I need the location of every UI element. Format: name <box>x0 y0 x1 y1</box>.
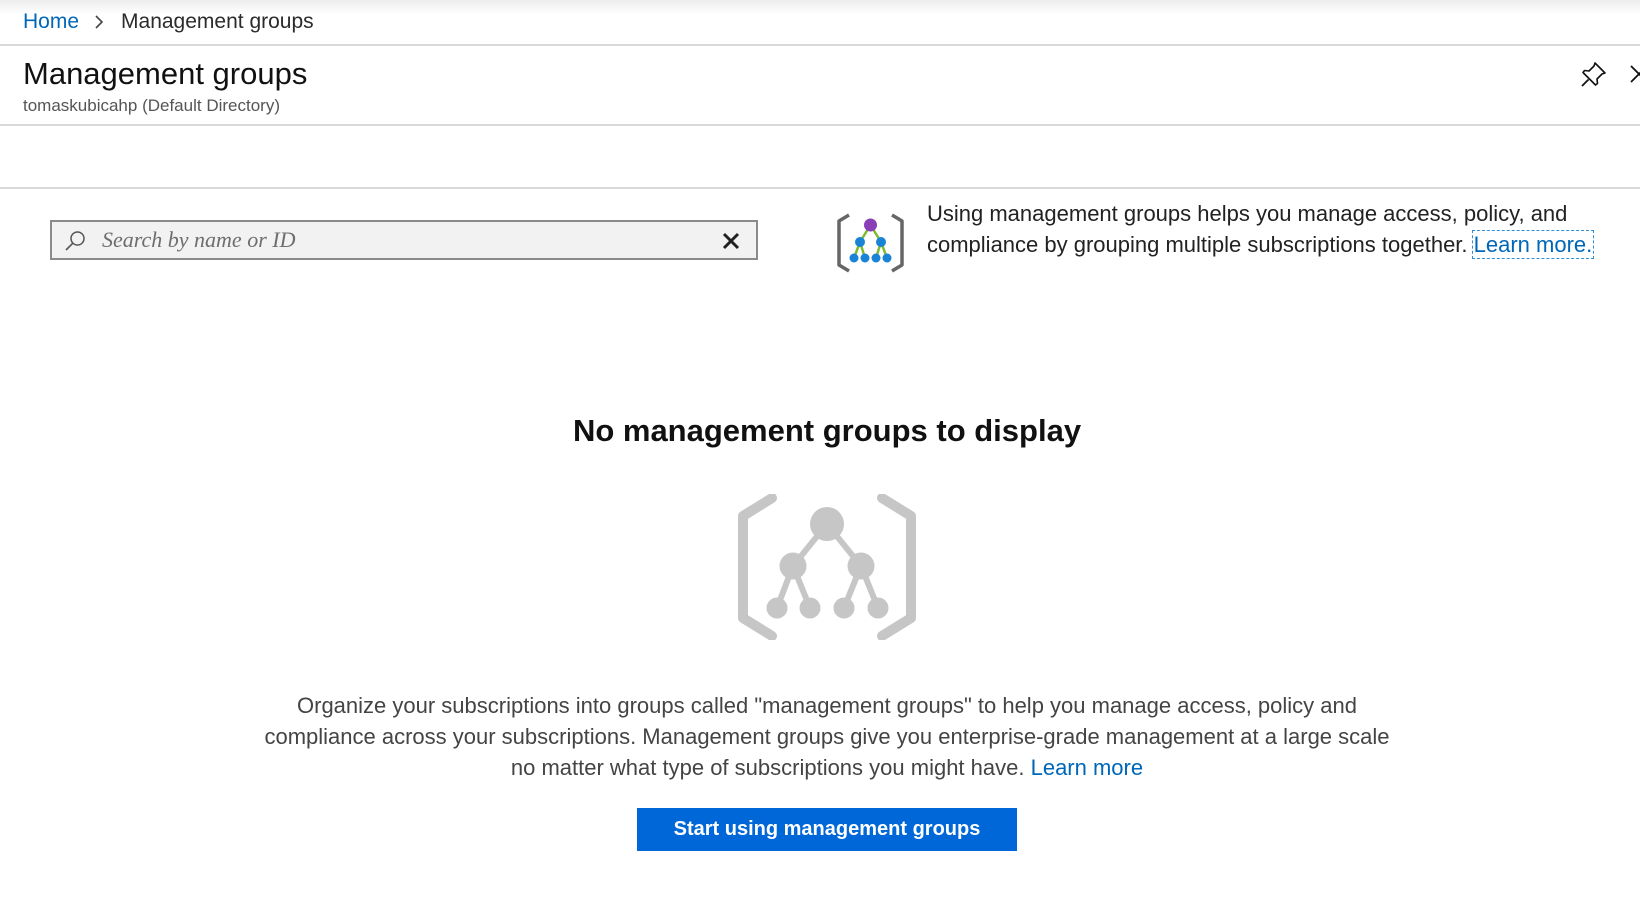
empty-state-description: Organize your subscriptions into groups … <box>262 690 1392 783</box>
close-icon <box>1630 65 1640 83</box>
search-box <box>50 220 758 260</box>
command-bar <box>0 126 1640 189</box>
breadcrumb: Home Management groups <box>0 0 1640 46</box>
info-learn-more-link[interactable]: Learn more. <box>1471 230 1595 259</box>
blade-header: Management groups tomaskubicahp (Default… <box>0 46 1640 126</box>
page-subtitle: tomaskubicahp (Default Directory) <box>23 96 280 115</box>
close-button[interactable] <box>1627 59 1640 89</box>
pin-button[interactable] <box>1579 59 1609 89</box>
breadcrumb-home-link[interactable]: Home <box>23 10 79 34</box>
search-icon <box>65 231 85 251</box>
management-groups-illustration <box>738 494 916 640</box>
page-title: Management groups <box>23 56 308 91</box>
management-groups-icon <box>837 213 904 273</box>
empty-state-description-text: Organize your subscriptions into groups … <box>264 693 1390 780</box>
chevron-right-icon <box>93 14 105 30</box>
search-input[interactable] <box>102 225 692 255</box>
empty-state-learn-more-link[interactable]: Learn more <box>1031 755 1144 780</box>
clear-icon[interactable] <box>720 230 742 252</box>
pin-icon <box>1581 62 1606 87</box>
info-text: Using management groups helps you manage… <box>927 201 1568 257</box>
empty-state-title: No management groups to display <box>572 413 1082 448</box>
info-message: Using management groups helps you manage… <box>927 198 1617 260</box>
breadcrumb-current: Management groups <box>121 10 314 33</box>
start-using-management-groups-button[interactable]: Start using management groups <box>637 808 1017 851</box>
